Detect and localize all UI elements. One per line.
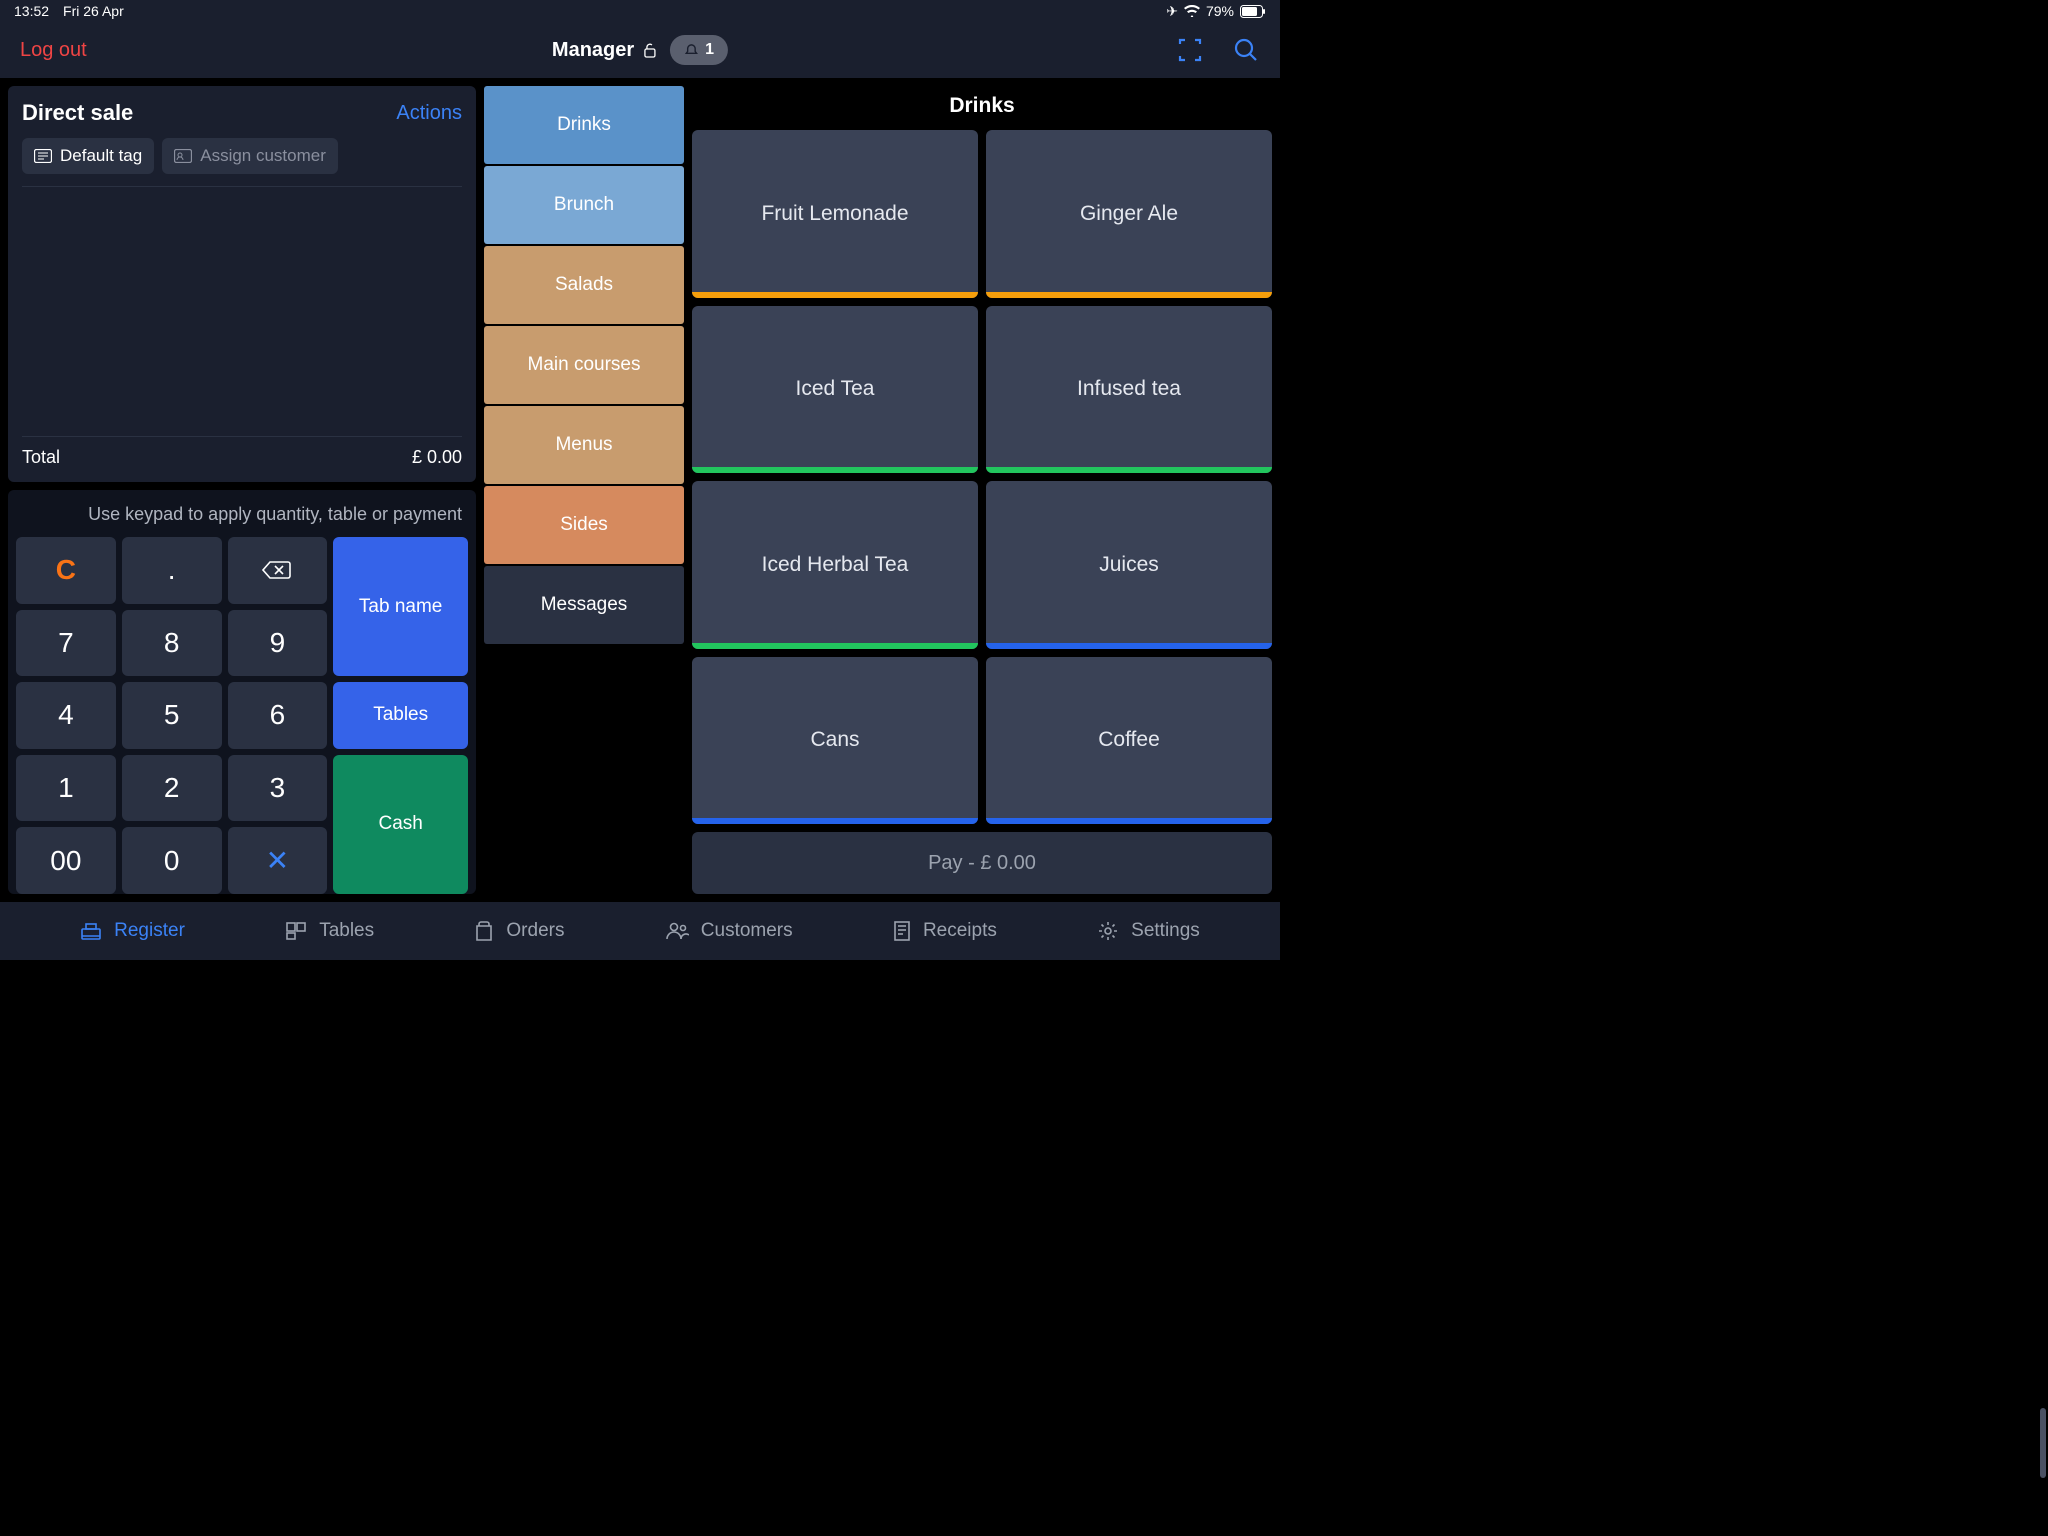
key-cash[interactable]: Cash <box>333 755 468 894</box>
current-category-title: Drinks <box>692 86 1272 122</box>
key-5[interactable]: 5 <box>122 682 222 749</box>
product-iced-herbal-tea[interactable]: Iced Herbal Tea <box>692 481 978 649</box>
product-cans[interactable]: Cans <box>692 657 978 825</box>
nav-settings[interactable]: Settings <box>1097 920 1200 942</box>
pay-button[interactable]: Pay - £ 0.00 <box>692 832 1272 894</box>
category-salads[interactable]: Salads <box>484 246 684 324</box>
customers-icon <box>665 921 689 941</box>
receipts-icon <box>893 920 911 942</box>
battery-icon <box>1240 5 1266 18</box>
total-value: £ 0.00 <box>412 447 462 468</box>
key-2[interactable]: 2 <box>122 755 222 822</box>
sale-panel: Direct sale Actions Default tag Assign c… <box>8 86 476 482</box>
notification-pill[interactable]: 1 <box>670 35 728 65</box>
category-sides[interactable]: Sides <box>484 486 684 564</box>
category-brunch[interactable]: Brunch <box>484 166 684 244</box>
status-bar: 13:52 Fri 26 Apr ✈ 79% <box>0 0 1280 22</box>
category-list: Drinks Brunch Salads Main courses Menus … <box>484 86 684 894</box>
category-main-courses[interactable]: Main courses <box>484 326 684 404</box>
key-6[interactable]: 6 <box>228 682 328 749</box>
key-8[interactable]: 8 <box>122 610 222 677</box>
product-coffee[interactable]: Coffee <box>986 657 1272 825</box>
total-label: Total <box>22 447 60 468</box>
nav-receipts[interactable]: Receipts <box>893 920 997 942</box>
default-tag-button[interactable]: Default tag <box>22 138 154 174</box>
tables-icon <box>285 921 307 941</box>
key-4[interactable]: 4 <box>16 682 116 749</box>
role-indicator[interactable]: Manager <box>552 39 658 62</box>
key-backspace[interactable] <box>228 537 328 604</box>
wifi-icon <box>1184 5 1200 17</box>
keypad-panel: Use keypad to apply quantity, table or p… <box>8 490 476 894</box>
key-tables[interactable]: Tables <box>333 682 468 749</box>
product-juices[interactable]: Juices <box>986 481 1272 649</box>
actions-link[interactable]: Actions <box>396 102 462 125</box>
category-menus[interactable]: Menus <box>484 406 684 484</box>
nav-customers[interactable]: Customers <box>665 920 793 942</box>
key-9[interactable]: 9 <box>228 610 328 677</box>
logout-button[interactable]: Log out <box>20 39 87 62</box>
keypad-hint: Use keypad to apply quantity, table or p… <box>16 498 468 537</box>
bottom-nav: Register Tables Orders Customers Receipt… <box>0 902 1280 960</box>
lock-icon <box>642 42 658 58</box>
key-tab-name[interactable]: Tab name <box>333 537 468 676</box>
nav-tables[interactable]: Tables <box>285 920 374 942</box>
product-grid: Fruit Lemonade Ginger Ale Iced Tea Infus… <box>692 130 1272 824</box>
battery-percent: 79% <box>1206 3 1234 19</box>
nav-register[interactable]: Register <box>80 920 185 942</box>
key-7[interactable]: 7 <box>16 610 116 677</box>
nav-orders[interactable]: Orders <box>474 920 564 942</box>
airplane-icon: ✈ <box>1166 3 1178 20</box>
product-infused-tea[interactable]: Infused tea <box>986 306 1272 474</box>
search-icon[interactable] <box>1232 36 1260 64</box>
key-multiply[interactable]: ✕ <box>228 827 328 894</box>
sale-title: Direct sale <box>22 100 133 126</box>
product-iced-tea[interactable]: Iced Tea <box>692 306 978 474</box>
app-header: Log out Manager 1 <box>0 22 1280 78</box>
sale-lines <box>22 187 462 436</box>
scroll-indicator[interactable] <box>2040 1408 2046 1478</box>
key-3[interactable]: 3 <box>228 755 328 822</box>
category-messages[interactable]: Messages <box>484 566 684 644</box>
orders-icon <box>474 920 494 942</box>
bell-icon <box>684 43 699 58</box>
product-ginger-ale[interactable]: Ginger Ale <box>986 130 1272 298</box>
role-label: Manager <box>552 39 634 62</box>
product-fruit-lemonade[interactable]: Fruit Lemonade <box>692 130 978 298</box>
key-00[interactable]: 00 <box>16 827 116 894</box>
scan-icon[interactable] <box>1176 36 1204 64</box>
category-drinks[interactable]: Drinks <box>484 86 684 164</box>
key-dot[interactable]: . <box>122 537 222 604</box>
status-time: 13:52 <box>14 3 49 19</box>
status-date: Fri 26 Apr <box>63 3 124 19</box>
customer-icon <box>174 149 192 163</box>
gear-icon <box>1097 920 1119 942</box>
assign-customer-button[interactable]: Assign customer <box>162 138 338 174</box>
key-clear[interactable]: C <box>16 537 116 604</box>
key-1[interactable]: 1 <box>16 755 116 822</box>
tag-icon <box>34 149 52 163</box>
notification-count: 1 <box>705 41 714 59</box>
key-0[interactable]: 0 <box>122 827 222 894</box>
register-icon <box>80 921 102 941</box>
